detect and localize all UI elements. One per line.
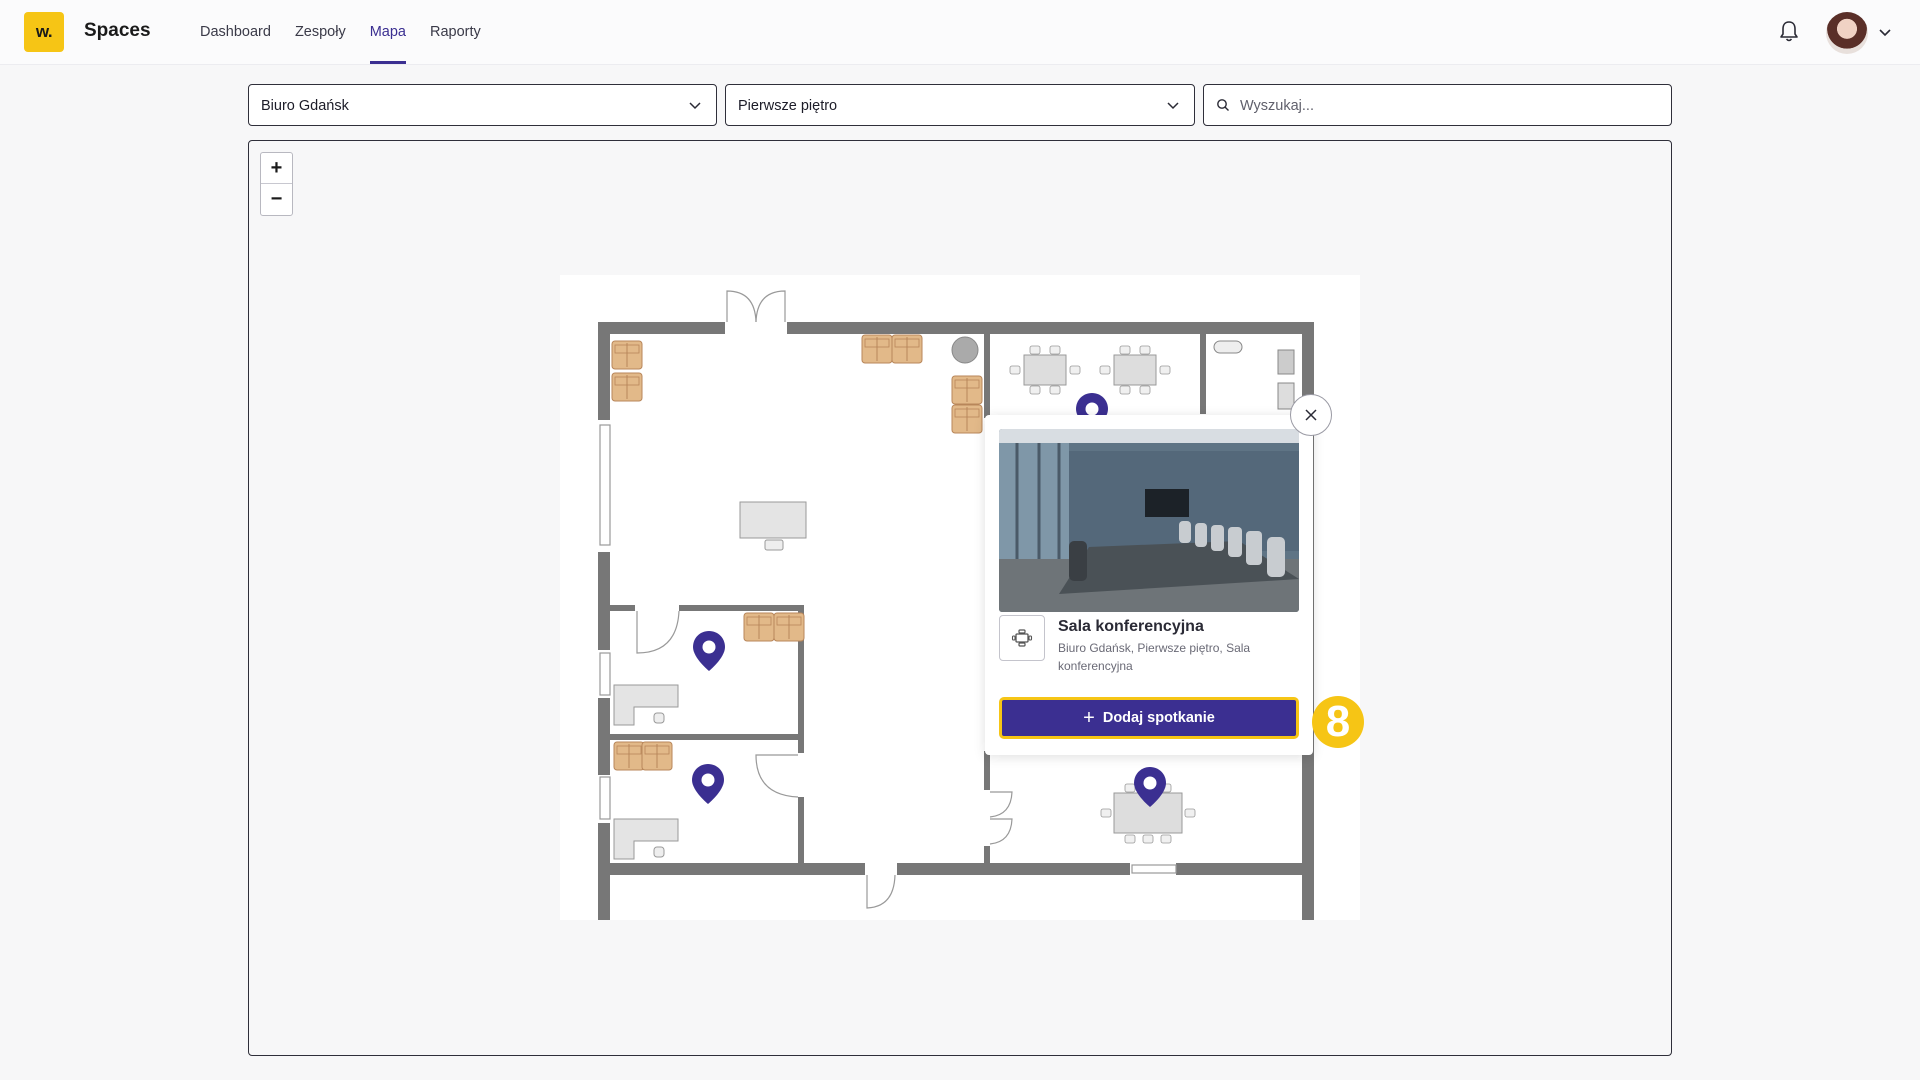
room-popup: Sala konferencyjna Biuro Gdańsk, Pierwsz… (985, 415, 1313, 755)
step-badge: 8 (1312, 696, 1364, 748)
main-nav: Dashboard Zespoły Mapa Raporty (200, 0, 505, 64)
nav-item-dashboard[interactable]: Dashboard (200, 0, 271, 64)
room-photo (999, 429, 1299, 612)
plus-icon: + (1083, 707, 1095, 729)
close-icon (1305, 409, 1317, 421)
zoom-control: + − (260, 152, 293, 216)
user-avatar[interactable] (1826, 12, 1868, 54)
chevron-down-icon (689, 102, 701, 110)
nav-item-mapa[interactable]: Mapa (369, 0, 406, 64)
chevron-down-icon[interactable] (1878, 25, 1892, 39)
zoom-out-button[interactable]: − (261, 184, 292, 214)
add-meeting-button[interactable]: + Dodaj spotkanie (999, 697, 1299, 739)
map-canvas[interactable]: + − (248, 140, 1672, 1056)
chevron-down-icon (1167, 102, 1179, 110)
location-select[interactable]: Biuro Gdańsk (248, 84, 717, 126)
search-icon (1217, 99, 1229, 111)
location-select-value: Biuro Gdańsk (261, 98, 349, 114)
zoom-in-button[interactable]: + (261, 153, 292, 184)
add-meeting-label: Dodaj spotkanie (1102, 710, 1215, 726)
app-name: Spaces (84, 20, 151, 41)
room-location: Biuro Gdańsk, Pierwsze piętro, Sala konf… (1058, 641, 1251, 673)
close-popup-button[interactable] (1290, 394, 1332, 436)
floor-select-value: Pierwsze piętro (738, 98, 838, 114)
app-logo[interactable]: w. (24, 12, 64, 52)
room-title: Sala konferencyjna (1058, 618, 1204, 635)
nav-item-zespoly[interactable]: Zespoły (295, 0, 346, 64)
search-box (1203, 84, 1672, 126)
bell-icon[interactable] (1778, 19, 1800, 43)
nav-item-raporty[interactable]: Raporty (430, 0, 481, 64)
floor-select[interactable]: Pierwsze piętro (725, 84, 1195, 126)
top-navigation-bar: w. Spaces Dashboard Zespoły Mapa Raporty (0, 0, 1920, 65)
search-input[interactable] (1238, 93, 1662, 119)
meeting-room-icon (999, 615, 1045, 661)
